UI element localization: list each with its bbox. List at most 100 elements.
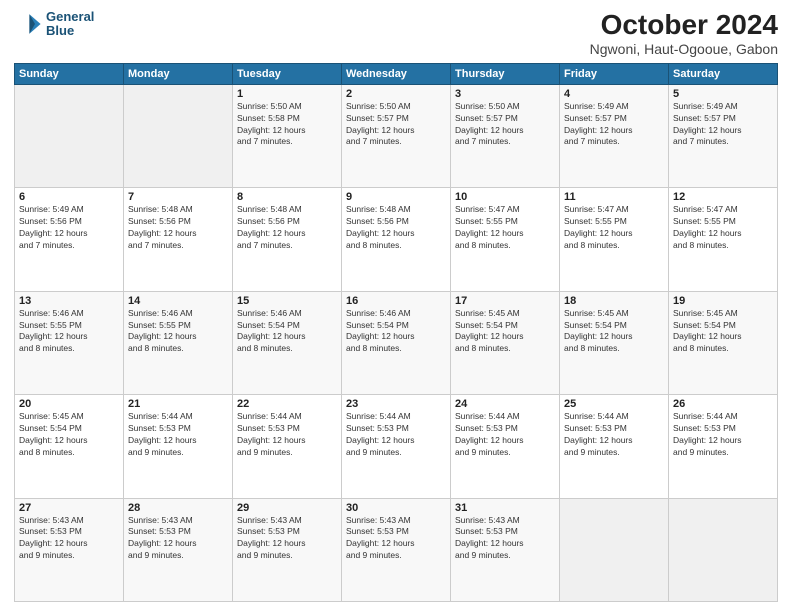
day-info: Sunrise: 5:46 AM Sunset: 5:54 PM Dayligh… (346, 308, 446, 356)
day-number: 6 (19, 191, 119, 203)
day-info: Sunrise: 5:44 AM Sunset: 5:53 PM Dayligh… (455, 411, 555, 459)
calendar-cell: 3Sunrise: 5:50 AM Sunset: 5:57 PM Daylig… (451, 84, 560, 187)
day-info: Sunrise: 5:50 AM Sunset: 5:57 PM Dayligh… (346, 101, 446, 149)
col-tuesday: Tuesday (233, 63, 342, 84)
day-number: 2 (346, 88, 446, 100)
day-number: 24 (455, 398, 555, 410)
day-number: 5 (673, 88, 773, 100)
day-number: 9 (346, 191, 446, 203)
day-info: Sunrise: 5:48 AM Sunset: 5:56 PM Dayligh… (237, 204, 337, 252)
day-info: Sunrise: 5:44 AM Sunset: 5:53 PM Dayligh… (346, 411, 446, 459)
day-number: 27 (19, 502, 119, 514)
calendar-cell: 15Sunrise: 5:46 AM Sunset: 5:54 PM Dayli… (233, 291, 342, 394)
day-info: Sunrise: 5:43 AM Sunset: 5:53 PM Dayligh… (455, 515, 555, 563)
col-friday: Friday (560, 63, 669, 84)
calendar-cell: 27Sunrise: 5:43 AM Sunset: 5:53 PM Dayli… (15, 498, 124, 601)
page: General Blue October 2024 Ngwoni, Haut-O… (0, 0, 792, 612)
calendar-cell: 22Sunrise: 5:44 AM Sunset: 5:53 PM Dayli… (233, 395, 342, 498)
day-number: 14 (128, 295, 228, 307)
calendar-cell: 23Sunrise: 5:44 AM Sunset: 5:53 PM Dayli… (342, 395, 451, 498)
calendar-cell: 10Sunrise: 5:47 AM Sunset: 5:55 PM Dayli… (451, 188, 560, 291)
day-number: 1 (237, 88, 337, 100)
day-info: Sunrise: 5:47 AM Sunset: 5:55 PM Dayligh… (455, 204, 555, 252)
calendar-cell: 28Sunrise: 5:43 AM Sunset: 5:53 PM Dayli… (124, 498, 233, 601)
calendar-cell: 9Sunrise: 5:48 AM Sunset: 5:56 PM Daylig… (342, 188, 451, 291)
day-number: 10 (455, 191, 555, 203)
day-number: 8 (237, 191, 337, 203)
day-number: 15 (237, 295, 337, 307)
calendar-cell: 29Sunrise: 5:43 AM Sunset: 5:53 PM Dayli… (233, 498, 342, 601)
col-thursday: Thursday (451, 63, 560, 84)
calendar-cell: 24Sunrise: 5:44 AM Sunset: 5:53 PM Dayli… (451, 395, 560, 498)
day-info: Sunrise: 5:48 AM Sunset: 5:56 PM Dayligh… (128, 204, 228, 252)
calendar-cell (669, 498, 778, 601)
calendar-cell (560, 498, 669, 601)
logo-line1: General (46, 10, 94, 24)
calendar-week-3: 13Sunrise: 5:46 AM Sunset: 5:55 PM Dayli… (15, 291, 778, 394)
calendar-week-4: 20Sunrise: 5:45 AM Sunset: 5:54 PM Dayli… (15, 395, 778, 498)
calendar-subtitle: Ngwoni, Haut-Ogooue, Gabon (590, 41, 778, 57)
logo-icon (14, 10, 42, 38)
day-number: 21 (128, 398, 228, 410)
day-number: 16 (346, 295, 446, 307)
day-info: Sunrise: 5:43 AM Sunset: 5:53 PM Dayligh… (128, 515, 228, 563)
calendar-cell: 1Sunrise: 5:50 AM Sunset: 5:58 PM Daylig… (233, 84, 342, 187)
day-number: 18 (564, 295, 664, 307)
day-number: 11 (564, 191, 664, 203)
day-info: Sunrise: 5:44 AM Sunset: 5:53 PM Dayligh… (237, 411, 337, 459)
day-number: 7 (128, 191, 228, 203)
day-info: Sunrise: 5:44 AM Sunset: 5:53 PM Dayligh… (673, 411, 773, 459)
day-info: Sunrise: 5:45 AM Sunset: 5:54 PM Dayligh… (564, 308, 664, 356)
title-block: October 2024 Ngwoni, Haut-Ogooue, Gabon (590, 10, 778, 57)
day-number: 29 (237, 502, 337, 514)
day-info: Sunrise: 5:43 AM Sunset: 5:53 PM Dayligh… (237, 515, 337, 563)
calendar-cell: 30Sunrise: 5:43 AM Sunset: 5:53 PM Dayli… (342, 498, 451, 601)
day-info: Sunrise: 5:47 AM Sunset: 5:55 PM Dayligh… (673, 204, 773, 252)
calendar-cell (15, 84, 124, 187)
calendar-table: Sunday Monday Tuesday Wednesday Thursday… (14, 63, 778, 602)
day-number: 28 (128, 502, 228, 514)
calendar-cell: 19Sunrise: 5:45 AM Sunset: 5:54 PM Dayli… (669, 291, 778, 394)
calendar-title: October 2024 (590, 10, 778, 41)
day-info: Sunrise: 5:48 AM Sunset: 5:56 PM Dayligh… (346, 204, 446, 252)
calendar-cell: 5Sunrise: 5:49 AM Sunset: 5:57 PM Daylig… (669, 84, 778, 187)
day-number: 4 (564, 88, 664, 100)
col-monday: Monday (124, 63, 233, 84)
day-info: Sunrise: 5:46 AM Sunset: 5:55 PM Dayligh… (128, 308, 228, 356)
day-number: 3 (455, 88, 555, 100)
logo-line2: Blue (46, 24, 94, 38)
day-number: 13 (19, 295, 119, 307)
calendar-header-row: Sunday Monday Tuesday Wednesday Thursday… (15, 63, 778, 84)
day-number: 25 (564, 398, 664, 410)
calendar-week-5: 27Sunrise: 5:43 AM Sunset: 5:53 PM Dayli… (15, 498, 778, 601)
calendar-cell: 8Sunrise: 5:48 AM Sunset: 5:56 PM Daylig… (233, 188, 342, 291)
day-info: Sunrise: 5:46 AM Sunset: 5:55 PM Dayligh… (19, 308, 119, 356)
day-number: 17 (455, 295, 555, 307)
day-info: Sunrise: 5:45 AM Sunset: 5:54 PM Dayligh… (455, 308, 555, 356)
calendar-cell: 25Sunrise: 5:44 AM Sunset: 5:53 PM Dayli… (560, 395, 669, 498)
col-saturday: Saturday (669, 63, 778, 84)
day-info: Sunrise: 5:49 AM Sunset: 5:57 PM Dayligh… (564, 101, 664, 149)
day-info: Sunrise: 5:45 AM Sunset: 5:54 PM Dayligh… (19, 411, 119, 459)
day-info: Sunrise: 5:43 AM Sunset: 5:53 PM Dayligh… (19, 515, 119, 563)
day-number: 19 (673, 295, 773, 307)
logo: General Blue (14, 10, 94, 39)
calendar-cell: 6Sunrise: 5:49 AM Sunset: 5:56 PM Daylig… (15, 188, 124, 291)
day-info: Sunrise: 5:43 AM Sunset: 5:53 PM Dayligh… (346, 515, 446, 563)
day-info: Sunrise: 5:50 AM Sunset: 5:58 PM Dayligh… (237, 101, 337, 149)
calendar-week-1: 1Sunrise: 5:50 AM Sunset: 5:58 PM Daylig… (15, 84, 778, 187)
calendar-cell (124, 84, 233, 187)
day-info: Sunrise: 5:49 AM Sunset: 5:56 PM Dayligh… (19, 204, 119, 252)
calendar-cell: 7Sunrise: 5:48 AM Sunset: 5:56 PM Daylig… (124, 188, 233, 291)
calendar-cell: 11Sunrise: 5:47 AM Sunset: 5:55 PM Dayli… (560, 188, 669, 291)
calendar-week-2: 6Sunrise: 5:49 AM Sunset: 5:56 PM Daylig… (15, 188, 778, 291)
calendar-cell: 31Sunrise: 5:43 AM Sunset: 5:53 PM Dayli… (451, 498, 560, 601)
day-info: Sunrise: 5:44 AM Sunset: 5:53 PM Dayligh… (564, 411, 664, 459)
calendar-cell: 20Sunrise: 5:45 AM Sunset: 5:54 PM Dayli… (15, 395, 124, 498)
day-info: Sunrise: 5:44 AM Sunset: 5:53 PM Dayligh… (128, 411, 228, 459)
day-info: Sunrise: 5:47 AM Sunset: 5:55 PM Dayligh… (564, 204, 664, 252)
calendar-cell: 14Sunrise: 5:46 AM Sunset: 5:55 PM Dayli… (124, 291, 233, 394)
calendar-cell: 4Sunrise: 5:49 AM Sunset: 5:57 PM Daylig… (560, 84, 669, 187)
logo-text: General Blue (46, 10, 94, 39)
calendar-cell: 17Sunrise: 5:45 AM Sunset: 5:54 PM Dayli… (451, 291, 560, 394)
